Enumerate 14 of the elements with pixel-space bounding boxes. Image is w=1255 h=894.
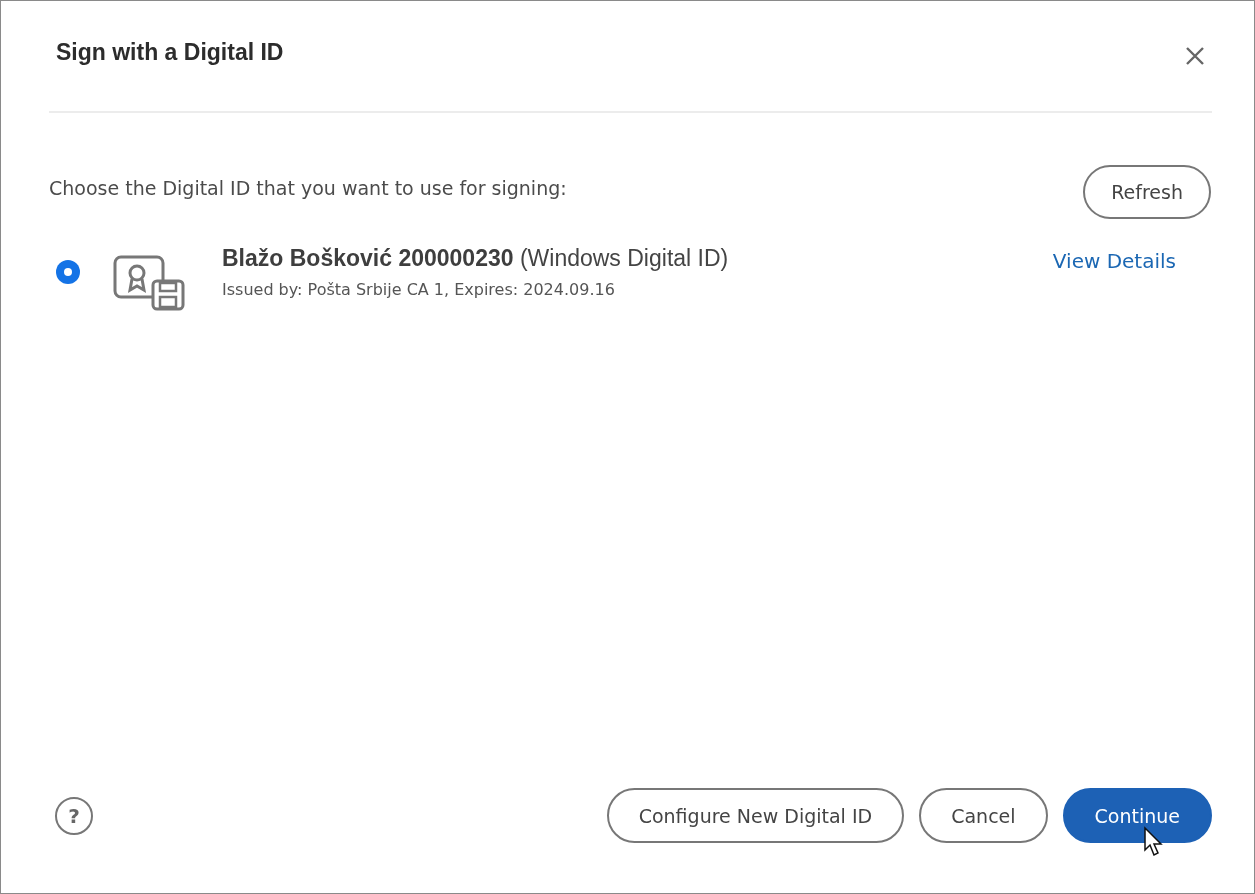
prompt-text: Choose the Digital ID that you want to use for signing: [49,177,567,199]
close-icon[interactable] [1184,45,1206,67]
dialog-button[interactable]: Continue [1062,788,1212,843]
help-icon[interactable]: ? [55,796,93,835]
dialog-button[interactable]: Configure New Digital ID [606,788,905,843]
view-details-link[interactable]: View Details [1052,249,1176,273]
cursor-icon [1142,826,1165,858]
issuer-text: Issued by: Pošta Srbije CA 1, Expires: 2024.09.16 [222,280,616,299]
refresh-button[interactable]: Refresh [1083,165,1211,219]
dialog-button[interactable]: Cancel [919,788,1048,843]
radio-button[interactable] [55,259,81,285]
dialog-title: Sign with a Digital ID [56,38,284,66]
digital-id-name: Blažo Bošković 200000230 (Windows Digital ID) [222,245,730,272]
certificate-icon [113,253,187,311]
